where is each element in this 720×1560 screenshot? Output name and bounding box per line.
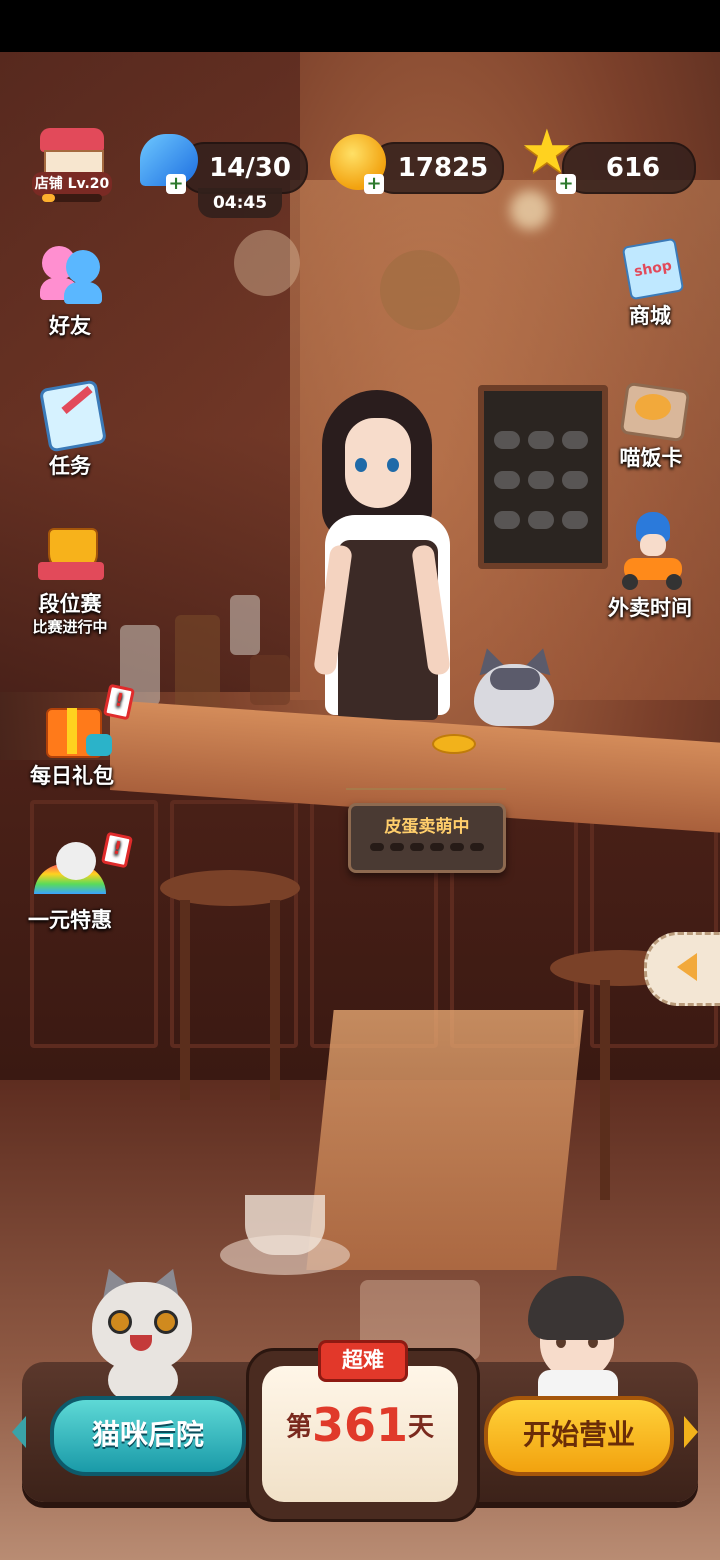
day-prefix: 第 bbox=[285, 1412, 312, 1443]
day-counter: 第361天 bbox=[262, 1398, 458, 1452]
store-roof-icon bbox=[40, 128, 104, 152]
chevron-right-icon[interactable] bbox=[684, 1416, 698, 1448]
wall-plant bbox=[380, 250, 460, 330]
side-panel-toggle[interactable] bbox=[644, 932, 720, 1006]
menu-one-yuan-deal[interactable]: ! 一元特惠 bbox=[20, 831, 134, 934]
menu-delivery[interactable]: 外卖时间 bbox=[600, 510, 700, 622]
ceiling-lamp bbox=[510, 190, 550, 230]
energy-plus-icon[interactable]: + bbox=[166, 174, 186, 194]
barista-face bbox=[345, 418, 411, 508]
menu-shop[interactable]: shop 商城 bbox=[610, 230, 690, 330]
cat-rainbow-icon bbox=[34, 834, 106, 902]
arrow-left-icon bbox=[677, 953, 697, 981]
menu-daily-gift-label: 每日礼包 bbox=[30, 764, 114, 788]
store-progress-fill bbox=[42, 194, 56, 202]
menu-tasks[interactable]: 任务 bbox=[30, 379, 110, 480]
star-value: 616 bbox=[605, 153, 661, 183]
store-progress-bar bbox=[42, 194, 102, 202]
star-plus-icon[interactable]: + bbox=[556, 174, 576, 194]
day-number: 361 bbox=[311, 1398, 409, 1452]
energy-timer: 04:45 bbox=[198, 188, 282, 218]
coins-on-counter[interactable] bbox=[432, 734, 476, 754]
menu-friends-label: 好友 bbox=[49, 314, 91, 338]
coin-counter[interactable]: 17825 bbox=[370, 142, 504, 194]
coffee-cup bbox=[245, 1195, 325, 1255]
menu-meal-card-label: 喵饭卡 bbox=[619, 446, 683, 470]
shopping-bag-icon: shop bbox=[614, 230, 686, 301]
coin-value: 17825 bbox=[397, 153, 489, 183]
menu-meal-card[interactable]: 喵饭卡 bbox=[606, 372, 696, 472]
energy-counter[interactable]: 14/30 bbox=[180, 142, 308, 194]
gift-box-icon bbox=[36, 690, 112, 758]
meal-card-icon bbox=[615, 372, 691, 443]
menu-friends[interactable]: 好友 bbox=[30, 240, 110, 340]
store-level-button[interactable]: 店铺 Lv.20 bbox=[32, 126, 112, 206]
delivery-scooter-icon bbox=[614, 510, 686, 590]
wall-clock bbox=[234, 230, 300, 296]
start-business-button[interactable]: 开始营业 bbox=[484, 1396, 674, 1476]
menu-chalkboard bbox=[478, 385, 608, 569]
counter-cat-patch bbox=[490, 668, 540, 690]
sign-text: 皮蛋卖萌中 bbox=[384, 817, 470, 837]
energy-value: 14/30 bbox=[209, 153, 291, 183]
menu-daily-gift[interactable]: ! 每日礼包 bbox=[24, 683, 136, 790]
counter-props bbox=[120, 585, 290, 715]
menu-tasks-label: 任务 bbox=[49, 454, 91, 478]
backyard-cat-avatar bbox=[92, 1282, 192, 1370]
status-bar bbox=[0, 0, 720, 52]
cat-backyard-button[interactable]: 猫咪后院 bbox=[50, 1396, 246, 1476]
store-level-label: 店铺 Lv.20 bbox=[32, 172, 112, 196]
menu-delivery-label: 外卖时间 bbox=[608, 596, 692, 620]
menu-ranked[interactable]: 段位赛 比赛进行中 bbox=[20, 518, 120, 637]
notepad-icon bbox=[34, 379, 108, 453]
star-counter[interactable]: 616 bbox=[562, 142, 696, 194]
cafe-table bbox=[306, 1010, 584, 1270]
shop-bag-text: shop bbox=[621, 237, 685, 301]
hanging-sign: 皮蛋卖萌中 bbox=[348, 803, 506, 873]
menu-shop-label: 商城 bbox=[629, 304, 671, 328]
difficulty-badge: 超难 bbox=[318, 1340, 408, 1382]
friends-icon bbox=[34, 240, 106, 308]
trophy-cup-icon bbox=[34, 518, 106, 586]
menu-one-yuan-deal-label: 一元特惠 bbox=[28, 908, 112, 932]
chevron-left-icon[interactable] bbox=[12, 1416, 26, 1448]
backyard-cat-body bbox=[108, 1360, 178, 1400]
menu-ranked-label: 段位赛 bbox=[38, 592, 102, 616]
day-suffix: 天 bbox=[408, 1412, 435, 1443]
coin-plus-icon[interactable]: + bbox=[364, 174, 384, 194]
menu-ranked-status: 比赛进行中 bbox=[32, 618, 108, 636]
